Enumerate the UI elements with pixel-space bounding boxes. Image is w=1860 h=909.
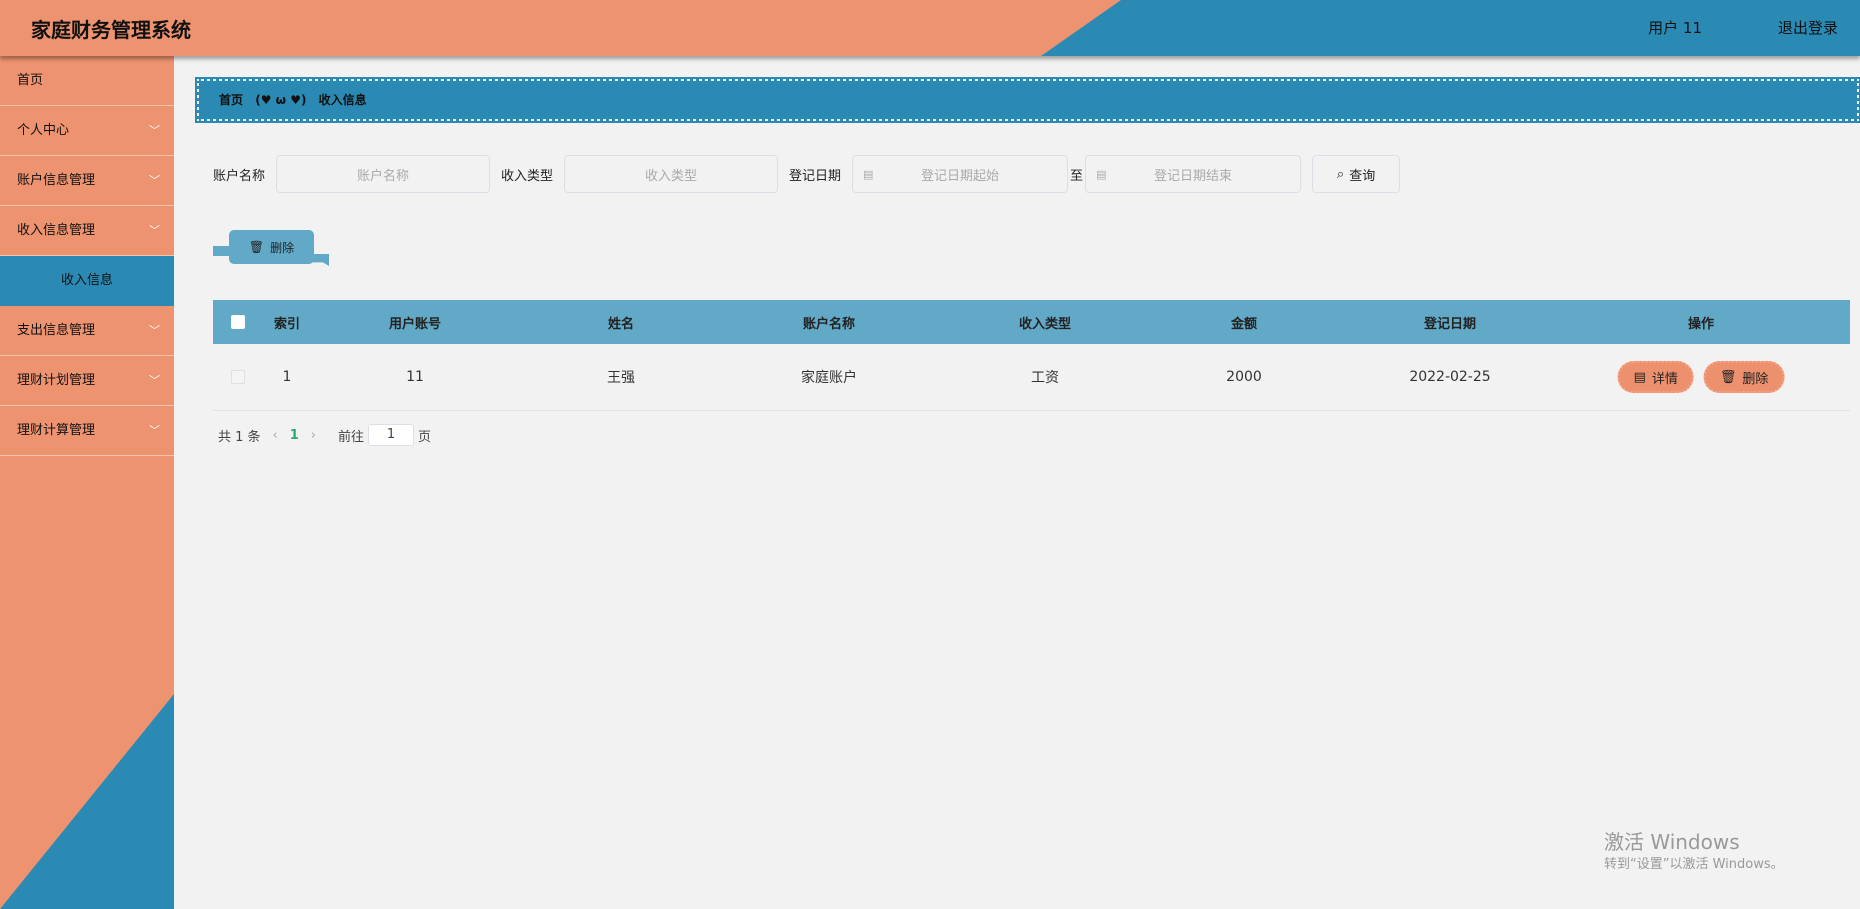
search-icon: ⌕: [1336, 166, 1345, 182]
sidebar-item-label: 个人中心: [17, 123, 70, 138]
sidebar-item-account-management[interactable]: 账户信息管理 ﹀: [0, 156, 174, 206]
chevron-down-icon: ﹀: [149, 324, 160, 337]
account-name-input[interactable]: 账户名称: [276, 155, 491, 193]
calendar-icon: ▤: [1096, 167, 1107, 181]
sidebar-item-personal-center[interactable]: 个人中心 ﹀: [0, 106, 174, 156]
document-icon: ▤: [1633, 369, 1646, 385]
chevron-down-icon: ﹀: [149, 174, 160, 187]
chevron-down-icon: ﹀: [149, 224, 160, 237]
breadcrumb-current: 收入信息: [318, 93, 367, 107]
pagination: 共 1 条 ‹ 1 › 前往 1 页: [218, 424, 431, 446]
sidebar-item-label: 收入信息: [60, 273, 113, 288]
table-row: 1 11 王强 家庭账户 工资 2000 2022-02-25 ▤ 详情 🗑 删除: [213, 344, 1850, 411]
placeholder: 账户名称: [357, 168, 410, 184]
page-number-current[interactable]: 1: [290, 428, 299, 443]
cell-index: 1: [282, 369, 292, 385]
sidebar-item-finance-plan[interactable]: 理财计划管理 ﹀: [0, 356, 174, 406]
col-account-name: 账户名称: [802, 316, 856, 332]
row-delete-button[interactable]: 🗑 删除: [1703, 361, 1785, 393]
col-name: 姓名: [607, 316, 635, 332]
col-amount: 金额: [1230, 316, 1258, 332]
app-title: 家庭财务管理系统: [31, 18, 191, 42]
sidebar-item-label: 首页: [17, 73, 44, 88]
goto-page-input[interactable]: 1: [368, 424, 415, 446]
chevron-down-icon: ﹀: [149, 124, 160, 137]
windows-activation-hint: 转到“设置”以激活 Windows。: [1604, 857, 1784, 872]
income-type-label: 收入类型: [501, 168, 554, 184]
col-index: 索引: [273, 316, 301, 332]
placeholder: 登记日期结束: [1154, 168, 1233, 184]
date-to-label: 至: [1070, 168, 1084, 184]
sidebar-item-label: 账户信息管理: [17, 173, 96, 188]
col-date: 登记日期: [1423, 316, 1477, 332]
col-actions: 操作: [1687, 316, 1715, 332]
cell-account-name: 家庭账户: [801, 370, 857, 386]
sidebar: 首页 个人中心 ﹀ 账户信息管理 ﹀ 收入信息管理 ﹀ 收入信息 支出信息管理 ﹀ 理财…: [0, 56, 174, 909]
cell-user-account: 11: [406, 369, 424, 385]
sidebar-item-label: 理财计算管理: [17, 423, 96, 438]
cell-date: 2022-02-25: [1409, 369, 1491, 385]
header-blue-accent: [1041, 0, 1860, 56]
sidebar-item-income-management[interactable]: 收入信息管理 ﹀: [0, 206, 174, 256]
col-user-account: 用户账号: [388, 316, 442, 332]
page-suffix: 页: [418, 429, 432, 445]
placeholder: 收入类型: [645, 168, 698, 184]
date-start-input[interactable]: ▤ 登记日期起始: [852, 155, 1069, 193]
cell-actions: ▤ 详情 🗑 删除: [1613, 344, 1790, 410]
prev-page-icon[interactable]: ‹: [273, 428, 278, 443]
search-form: 账户名称 账户名称 收入类型 收入类型 登记日期 ▤ 登记日期起始 至 ▤ 登记日期…: [213, 155, 1401, 193]
date-end-input[interactable]: ▤ 登记日期结束: [1085, 155, 1302, 193]
select-all-checkbox[interactable]: [231, 315, 245, 329]
logout-link[interactable]: 退出登录: [1778, 17, 1838, 38]
chevron-down-icon: ﹀: [149, 374, 160, 387]
breadcrumb-separator: (♥ ω ♥): [255, 93, 307, 107]
sidebar-item-finance-calc[interactable]: 理财计算管理 ﹀: [0, 406, 174, 456]
windows-activation-watermark: 激活 Windows: [1604, 830, 1740, 854]
trash-icon: 🗑: [248, 240, 265, 254]
sidebar-item-label: 理财计划管理: [17, 373, 96, 388]
row-checkbox[interactable]: [231, 370, 245, 384]
next-page-icon[interactable]: ›: [311, 428, 316, 443]
top-header: 家庭财务管理系统 用户 11 退出登录: [0, 0, 1860, 56]
query-button[interactable]: ⌕ 查询: [1312, 155, 1401, 193]
goto-label: 前往: [338, 429, 365, 445]
col-income-type: 收入类型: [1018, 316, 1072, 332]
calendar-icon: ▤: [863, 167, 874, 181]
sidebar-item-expense-management[interactable]: 支出信息管理 ﹀: [0, 306, 174, 356]
batch-delete-button[interactable]: 🗑 删除: [213, 230, 329, 266]
income-type-input[interactable]: 收入类型: [564, 155, 779, 193]
query-label: 查询: [1349, 168, 1376, 184]
sidebar-item-label: 支出信息管理: [17, 323, 96, 338]
sidebar-item-home[interactable]: 首页: [0, 56, 174, 106]
delete-label: 删除: [270, 240, 295, 255]
placeholder: 登记日期起始: [921, 168, 1000, 184]
cell-amount: 2000: [1226, 369, 1262, 385]
current-user[interactable]: 用户 11: [1648, 17, 1702, 38]
account-name-label: 账户名称: [213, 168, 266, 184]
total-count: 共 1 条: [218, 429, 261, 445]
breadcrumb-home[interactable]: 首页: [219, 93, 243, 107]
detail-button[interactable]: ▤ 详情: [1617, 361, 1694, 393]
delete-label: 删除: [1742, 371, 1769, 387]
trash-icon: 🗑: [1719, 369, 1737, 385]
cell-income-type: 工资: [1031, 370, 1059, 386]
cell-name: 王强: [607, 370, 635, 386]
sidebar-item-label: 收入信息管理: [17, 223, 96, 238]
detail-label: 详情: [1651, 371, 1678, 387]
date-label: 登记日期: [789, 168, 842, 184]
sidebar-subitem-income-info[interactable]: 收入信息: [0, 256, 174, 306]
breadcrumb: 首页 (♥ ω ♥) 收入信息: [195, 77, 1860, 123]
chevron-down-icon: ﹀: [149, 424, 160, 437]
income-table: 索引 用户账号 姓名 账户名称 收入类型 金额 登记日期 操作 1 11 王强 …: [213, 300, 1850, 411]
table-header: 索引 用户账号 姓名 账户名称 收入类型 金额 登记日期 操作: [213, 300, 1850, 344]
